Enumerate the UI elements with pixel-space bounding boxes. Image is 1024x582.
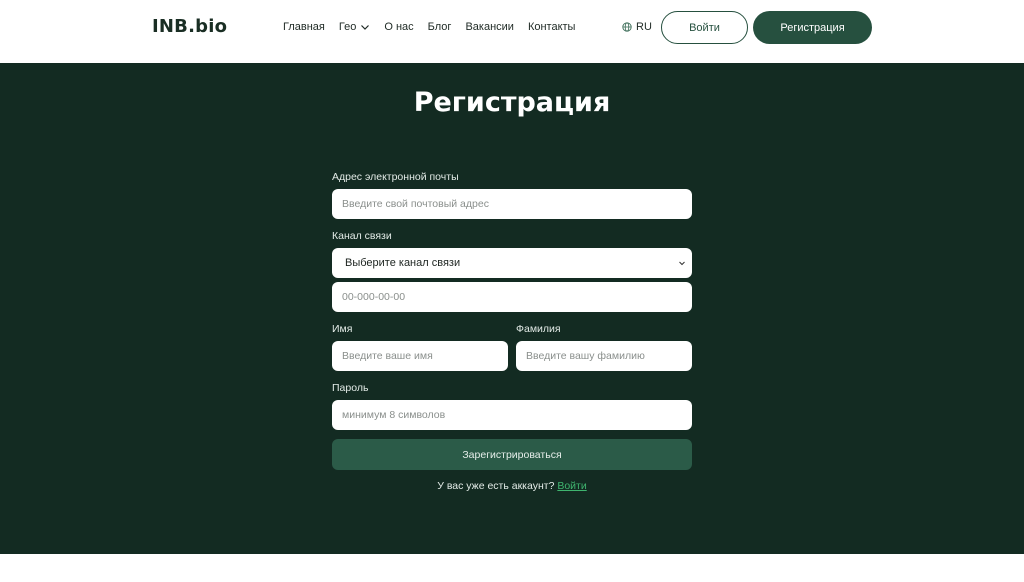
register-button[interactable]: Регистрация — [753, 11, 872, 44]
nav-about-label: О нас — [384, 21, 414, 33]
chevron-down-icon — [679, 261, 685, 266]
globe-icon — [622, 22, 632, 32]
account-question: У вас уже есть аккаунт? — [437, 480, 555, 492]
first-name-label: Имя — [332, 323, 353, 335]
nav-about[interactable]: О нас — [384, 21, 413, 33]
nav-home-label: Главная — [283, 21, 325, 33]
nav-blog-label: Блог — [427, 21, 452, 33]
submit-button[interactable]: Зарегистрироваться — [332, 439, 692, 470]
phone-field[interactable]: 00-000-00-00 — [332, 282, 692, 312]
nav-blog[interactable]: Блог — [428, 21, 452, 33]
login-prompt: У вас уже есть аккаунт? Войти — [0, 480, 1024, 492]
password-label: Пароль — [332, 382, 369, 394]
channel-label: Канал связи — [332, 230, 392, 242]
last-name-field[interactable]: Введите вашу фамилию — [516, 341, 692, 371]
email-label: Адрес электронной почты — [332, 171, 459, 183]
nav-jobs-label: Вакансии — [465, 21, 514, 33]
nav-geo-label: Гео — [338, 21, 357, 33]
nav-contacts[interactable]: Контакты — [528, 21, 576, 33]
language-switcher[interactable]: RU — [622, 21, 652, 33]
language-label: RU — [636, 21, 652, 33]
nav-jobs[interactable]: Вакансии — [465, 21, 514, 33]
nav-geo[interactable]: Гео — [339, 21, 370, 33]
channel-select[interactable]: Выберите канал связи — [332, 248, 692, 278]
password-field[interactable]: минимум 8 символов — [332, 400, 692, 430]
channel-selected-value: Выберите канал связи — [345, 257, 461, 269]
first-name-field[interactable]: Введите ваше имя — [332, 341, 508, 371]
last-name-label: Фамилия — [516, 323, 561, 335]
main-nav: Главная Гео О нас Блог Вакансии Контакты — [283, 21, 575, 33]
email-field[interactable]: Введите свой почтовый адрес — [332, 189, 692, 219]
chevron-down-icon — [361, 25, 370, 30]
page-title: Регистрация — [413, 87, 611, 118]
logo[interactable]: INB.bio — [152, 16, 227, 37]
login-button[interactable]: Войти — [661, 11, 748, 44]
nav-home[interactable]: Главная — [283, 21, 325, 33]
login-link[interactable]: Войти — [557, 480, 586, 492]
nav-contacts-label: Контакты — [527, 21, 576, 33]
site-header: INB.bio Главная Гео О нас Блог Вакансии … — [0, 0, 1024, 63]
